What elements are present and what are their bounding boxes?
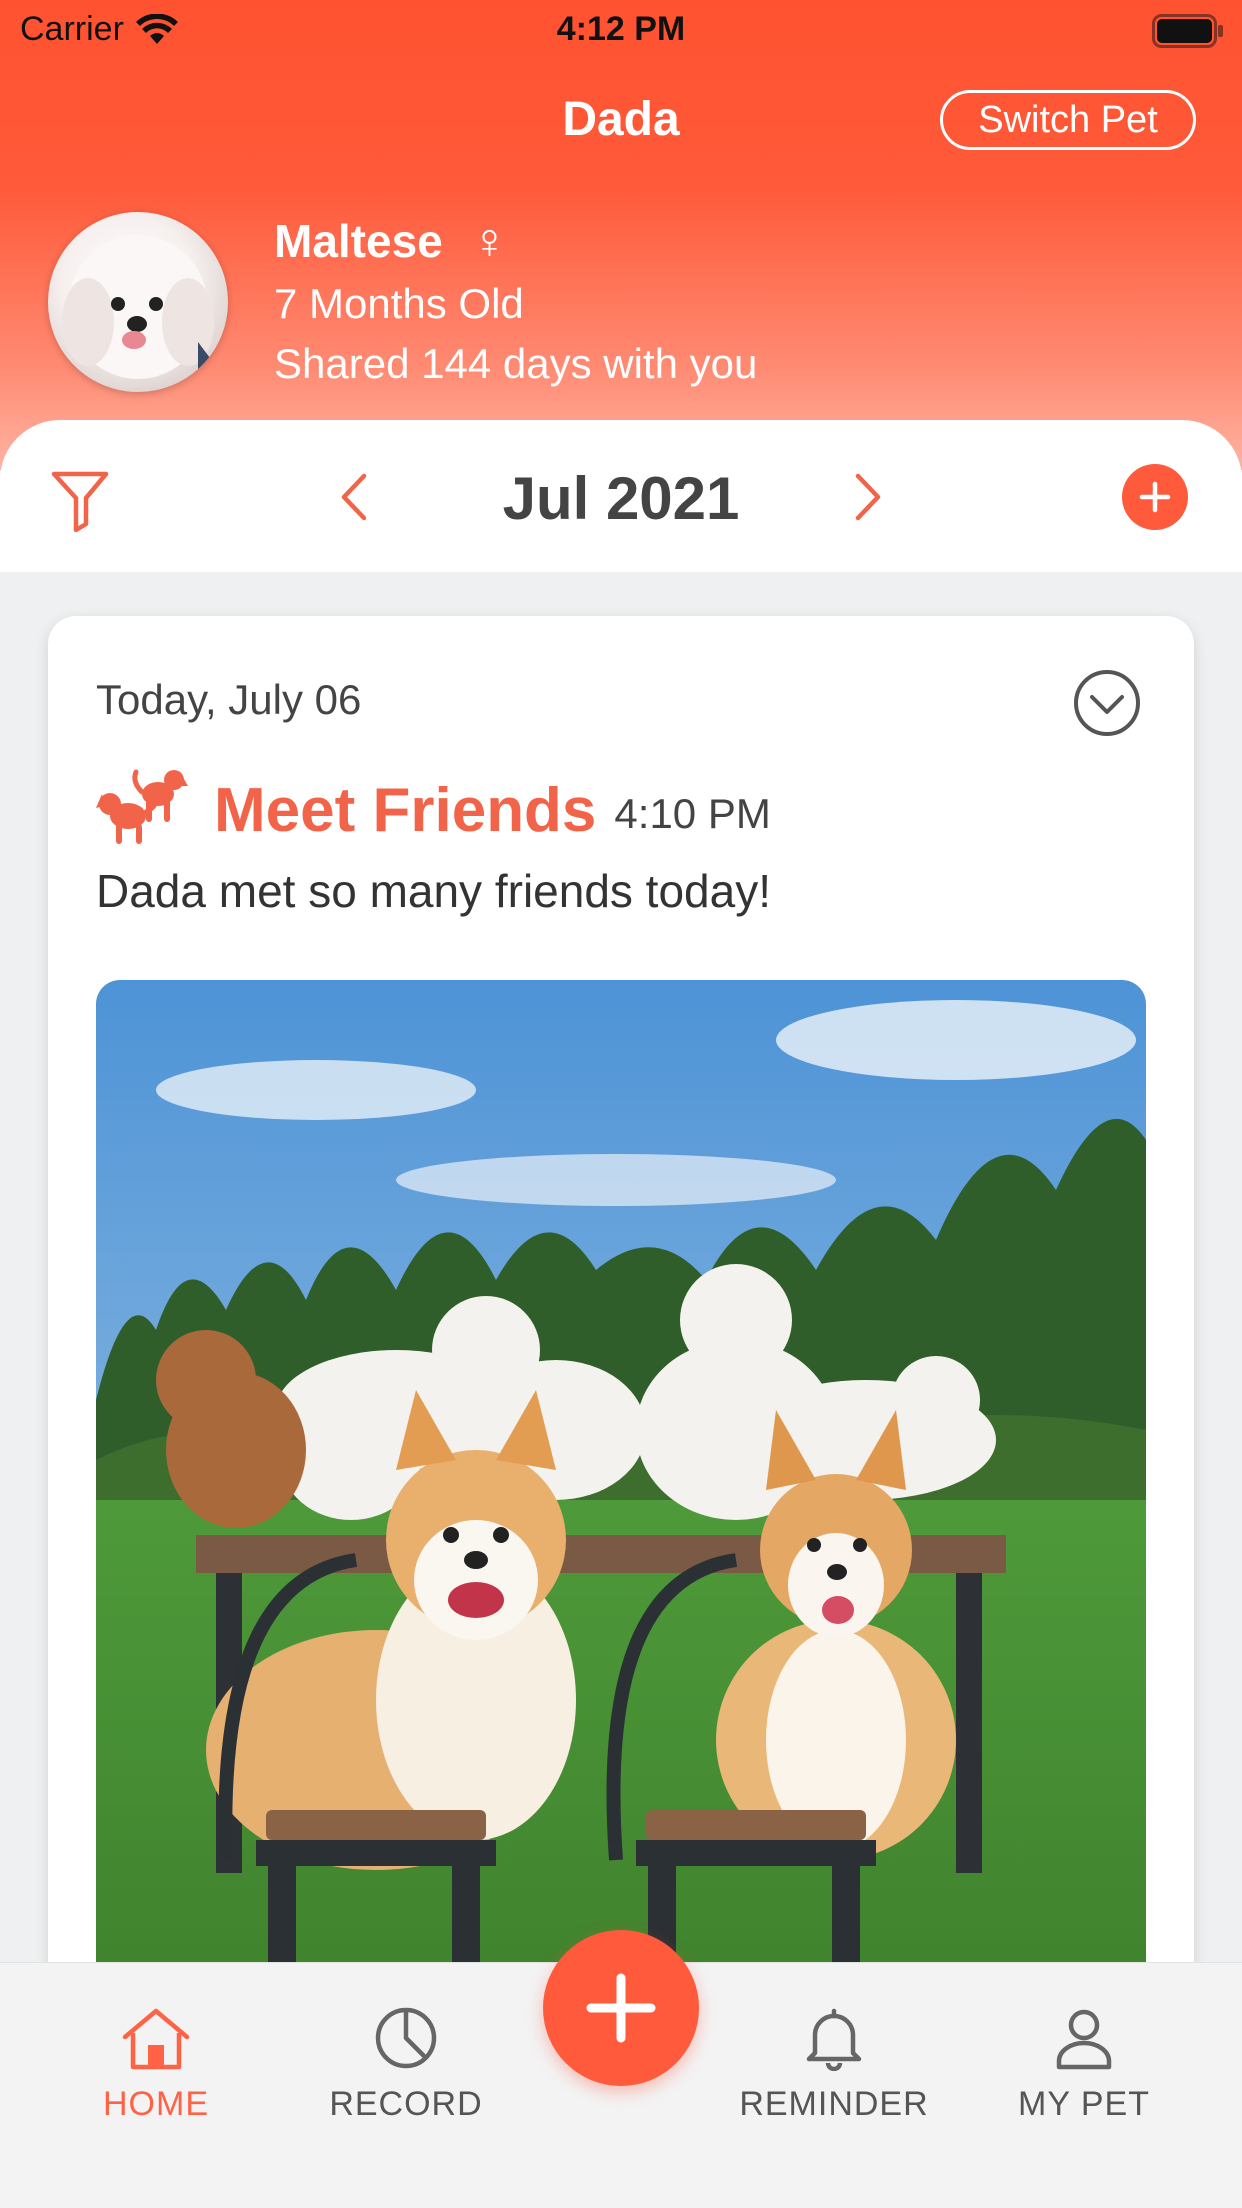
- chevron-right-icon[interactable]: [850, 472, 886, 527]
- home-icon: [122, 2008, 190, 2070]
- month-label: Jul 2021: [502, 465, 740, 532]
- status-time: 4:12 PM: [556, 10, 686, 48]
- add-record-fab[interactable]: [543, 1930, 699, 2086]
- pet-avatar[interactable]: [48, 212, 228, 392]
- month-nav-bar: Jul 2021: [0, 420, 1242, 572]
- status-bar: Carrier 4:12 PM: [0, 0, 1242, 62]
- bell-icon: [806, 2008, 862, 2071]
- pet-shared-days: Shared 144 days with you: [274, 340, 758, 387]
- entry-date: Today, July 06: [96, 676, 362, 723]
- entry-description: Dada met so many friends today!: [96, 865, 771, 917]
- pie-chart-icon: [375, 2007, 437, 2069]
- tab-reminder-label: REMINDER: [739, 2085, 929, 2123]
- dogs-icon: [96, 769, 188, 844]
- tab-home-label: HOME: [103, 2085, 209, 2123]
- female-icon: ♀: [470, 213, 509, 269]
- switch-pet-button[interactable]: Switch Pet: [940, 90, 1196, 150]
- entry-photo[interactable]: [96, 980, 1146, 2016]
- entry-title-row: Meet Friends 4:10 PM: [96, 764, 771, 846]
- pet-age: 7 Months Old: [274, 280, 524, 327]
- user-icon: [1056, 2009, 1112, 2070]
- pet-info: Maltese ♀ 7 Months Old Shared 144 days w…: [274, 210, 757, 394]
- tab-record[interactable]: RECORD: [306, 2005, 506, 2124]
- battery-icon: [1152, 14, 1224, 57]
- chevron-down-circle-icon[interactable]: [1072, 668, 1142, 743]
- tab-my-pet-label: MY PET: [1018, 2085, 1150, 2123]
- entry-title: Meet Friends: [214, 776, 597, 845]
- entry-time: 4:10 PM: [614, 790, 771, 837]
- tab-record-label: RECORD: [329, 2085, 483, 2123]
- pet-breed: Maltese: [274, 215, 443, 267]
- pet-header: Carrier 4:12 PM Dada Switch Pet Maltese …: [0, 0, 1242, 470]
- add-entry-button[interactable]: [1122, 464, 1188, 530]
- plus-icon: [1139, 481, 1171, 513]
- tab-home[interactable]: HOME: [56, 2005, 256, 2124]
- tab-my-pet[interactable]: MY PET: [984, 2005, 1184, 2124]
- entry-card[interactable]: Today, July 06 Meet Friends 4:10 PM Dada…: [48, 616, 1194, 2016]
- plus-icon: [586, 1973, 656, 2043]
- tab-reminder[interactable]: REMINDER: [734, 2005, 934, 2124]
